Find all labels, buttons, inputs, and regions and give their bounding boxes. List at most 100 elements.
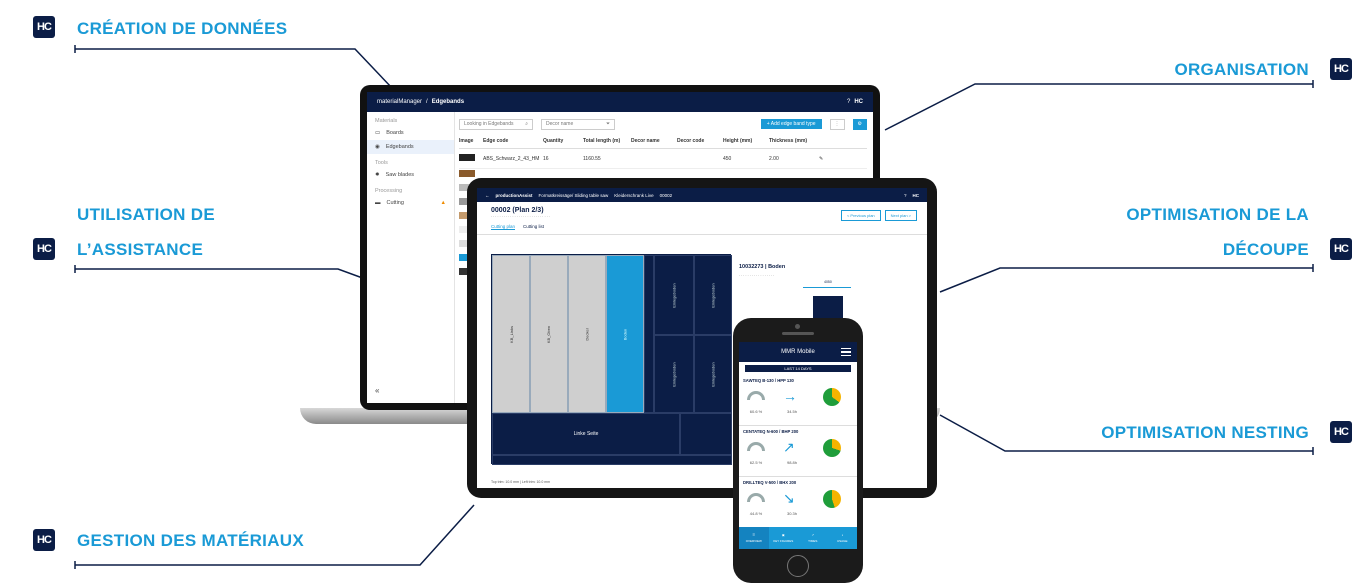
cut-piece[interactable]: Einlegeboden: [654, 255, 694, 335]
period-filter[interactable]: LAST 14 DAYS: [745, 365, 851, 372]
search-placeholder: Looking in Edgebands: [464, 121, 514, 127]
column-header[interactable]: Edge code: [483, 138, 543, 144]
tablet-device: ← productionAssist Formatkreissäge/ Slid…: [467, 178, 937, 498]
settings-icon[interactable]: ⚙: [852, 118, 867, 130]
table-row[interactable]: ABS_Schwarz_2_43_HM 16 1160.55 450 2.00 …: [459, 149, 867, 169]
trend-arrow-icon: →: [783, 388, 797, 404]
homag-logo-icon: HC: [1330, 238, 1352, 260]
cut-piece[interactable]: [492, 455, 732, 465]
column-header[interactable]: Total length (m): [583, 138, 631, 144]
breadcrumb-separator: /: [426, 99, 428, 105]
cut-piece[interactable]: [680, 413, 732, 455]
back-arrow-icon[interactable]: ←: [485, 193, 490, 198]
homag-logo-icon: HC: [1330, 421, 1352, 443]
column-header[interactable]: Image: [459, 138, 483, 144]
label-organisation: ORGANISATION: [1174, 60, 1309, 79]
mmr-header: MMR Mobile: [739, 342, 857, 362]
productionassist-header: ← productionAssist Formatkreissäge/ Slid…: [477, 188, 927, 202]
nav-overview[interactable]: ☰ OVERVIEW: [739, 527, 769, 549]
pie-chart-icon: [823, 439, 841, 457]
gauge-icon: [747, 391, 765, 400]
cut-piece[interactable]: Einlegeboden: [654, 335, 694, 413]
column-header[interactable]: Quantity: [543, 138, 583, 144]
homag-logo-icon: HC: [33, 238, 55, 260]
hours-value: 30.3h: [786, 511, 797, 516]
tab-cutting-plan[interactable]: Cutting plan: [491, 224, 516, 230]
help-icon[interactable]: ?: [847, 99, 850, 105]
cutting-icon: ▬: [375, 200, 381, 206]
sidebar-item-label: Saw blades: [385, 172, 415, 178]
label-creation-donnees: CRÉATION DE DONNÉES: [77, 19, 288, 38]
homag-logo-icon: HC: [33, 529, 55, 551]
homag-logo-icon: HC: [33, 16, 55, 38]
hamburger-menu-icon[interactable]: [841, 348, 851, 356]
sidebar-item-cutting[interactable]: ▬ Cutting ▲: [367, 196, 454, 210]
selected-part-meta: · · · · · · · · · · · · · · · · ·: [739, 274, 775, 278]
table-header: Image Edge code Quantity Total length (m…: [459, 132, 867, 149]
pie-icon: ◑: [841, 533, 844, 537]
selected-part-title: 10032273 | Boden: [739, 264, 786, 270]
machine-card[interactable]: SAWTEQ B-130 / HPP 130 60.6 % → 34.5h: [739, 375, 857, 426]
home-button[interactable]: [787, 555, 809, 577]
cell-height: 450: [723, 155, 732, 162]
cut-piece[interactable]: Deckel: [568, 255, 606, 413]
cut-piece[interactable]: Einlegeboden: [694, 335, 732, 413]
breadcrumb-app[interactable]: materialManager: [377, 99, 422, 105]
previous-plan-button[interactable]: < Previous plan: [840, 210, 881, 221]
nav-label: OVERVIEW: [745, 539, 762, 543]
machine-name: SAWTEQ B-130 / HPP 130: [743, 378, 794, 383]
pie-chart-icon: [823, 490, 841, 508]
label-utilisation-assistance-line2: L’ASSISTANCE: [77, 240, 204, 259]
app-title: MMR Mobile: [781, 349, 815, 355]
more-options-icon[interactable]: ⋮: [829, 118, 845, 130]
speaker: [782, 332, 814, 335]
search-input[interactable]: Looking in Edgebands ⌕: [459, 118, 533, 130]
trend-icon: ↗: [811, 533, 814, 537]
label-optimisation-decoupe-line1: OPTIMISATION DE LA: [1126, 205, 1309, 224]
cut-piece-large[interactable]: Linke Seite: [492, 413, 680, 455]
nav-times[interactable]: ↗ TIMES: [798, 527, 828, 549]
machine-path: Formatkreissäge/ Sliding table saw: [538, 192, 609, 198]
nav-usage[interactable]: ◑ USAGE: [828, 527, 858, 549]
cut-piece[interactable]: KB_Links: [492, 255, 530, 413]
nav-key-figures[interactable]: ▣ KEY FIGURES: [769, 527, 799, 549]
sidebar-item-saw-blades[interactable]: ✹ Saw blades: [367, 168, 454, 182]
saw-blade-icon: ✹: [375, 172, 380, 178]
column-header[interactable]: Thickness (mm): [769, 138, 819, 144]
add-edgeband-button[interactable]: + Add edge band type: [760, 119, 822, 129]
decor-filter-select[interactable]: Decor name ⏷: [541, 118, 615, 130]
column-header[interactable]: Decor code: [677, 138, 723, 144]
machine-card[interactable]: CENTATEQ N-600 / BHP 200 62.5 % ↗ 98.8h: [739, 426, 857, 477]
tab-cutting-list[interactable]: Cutting list: [523, 224, 544, 230]
phone-screen: MMR Mobile LAST 14 DAYS SAWTEQ B-130 / H…: [739, 342, 857, 549]
homag-logo-icon: HC: [854, 99, 863, 105]
cut-piece[interactable]: [644, 255, 654, 413]
sidebar-item-label: Boards: [386, 130, 404, 136]
sidebar-item-edgebands[interactable]: ◉ Edgebands: [367, 140, 454, 154]
app-name: productionAssist: [495, 192, 533, 198]
gauge-icon: [747, 442, 765, 451]
help-icon[interactable]: ?: [904, 193, 907, 198]
column-header[interactable]: Height (mm): [723, 138, 769, 144]
trend-arrow-icon: ↗: [783, 439, 795, 455]
pie-chart-icon: [823, 388, 841, 406]
filter-icon: ⏷: [605, 121, 610, 127]
hours-value: 34.5h: [786, 409, 797, 414]
next-plan-button[interactable]: Next plan >: [884, 210, 917, 221]
label-gestion-materiaux: GESTION DES MATÉRIAUX: [77, 531, 305, 550]
cut-piece-selected[interactable]: Boden: [606, 255, 644, 413]
job-name: Kleiderschrank Live: [614, 192, 654, 198]
column-header[interactable]: Decor name: [631, 138, 677, 144]
collapse-sidebar-icon[interactable]: «: [375, 386, 379, 395]
sidebar-section-tools: Tools: [375, 160, 388, 166]
hours-value: 98.8h: [786, 460, 797, 465]
edit-icon[interactable]: ✎: [819, 156, 823, 162]
search-icon: ⌕: [525, 121, 528, 127]
cut-piece[interactable]: KB_Oben: [530, 255, 568, 413]
sidebar-item-boards[interactable]: ▭ Boards: [367, 126, 454, 140]
cut-piece[interactable]: Einlegeboden: [694, 255, 732, 335]
cell-quantity: 16: [543, 155, 549, 162]
cutting-plan-board: KB_Links KB_Oben Deckel Boden Einlegebod…: [491, 254, 732, 465]
machine-card[interactable]: DRILLTEQ V-500 / BHX 200 44.8 % ↘ 30.3h: [739, 477, 857, 528]
label-utilisation-assistance-line1: UTILISATION DE: [77, 205, 215, 224]
